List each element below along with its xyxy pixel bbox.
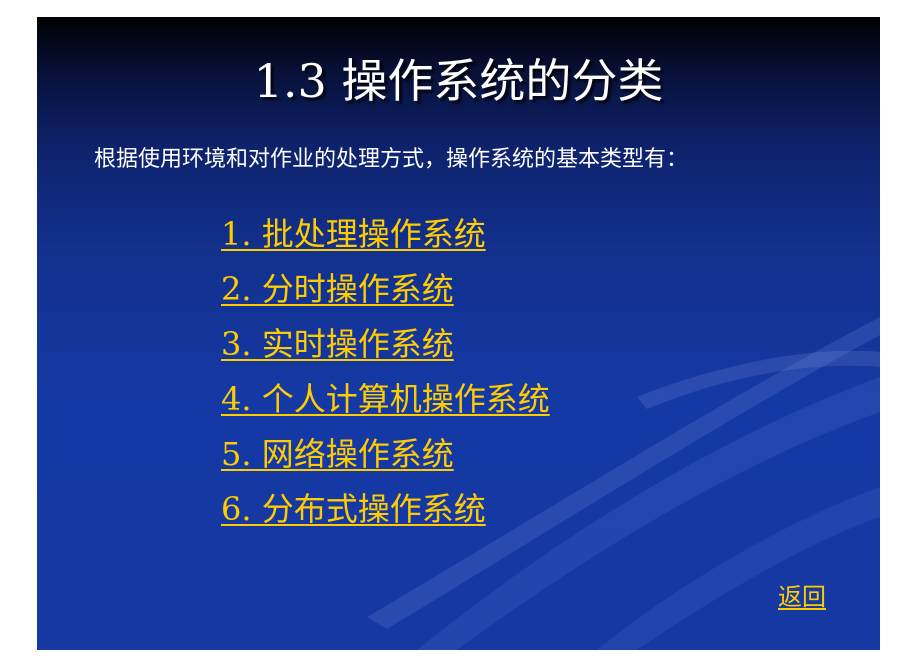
slide: 1.3 操作系统的分类 根据使用环境和对作业的处理方式，操作系统的基本类型有： … xyxy=(37,17,880,650)
page-title: 1.3 操作系统的分类 xyxy=(253,54,664,108)
link-personal-computer-os[interactable]: 4. 个人计算机操作系统 xyxy=(221,380,550,418)
list-item: 5. 网络操作系统 xyxy=(221,427,550,482)
os-category-menu: 1. 批处理操作系统 2. 分时操作系统 3. 实时操作系统 4. 个人计算机操… xyxy=(221,207,550,537)
link-time-sharing-os[interactable]: 2. 分时操作系统 xyxy=(221,270,454,308)
page-frame: 1.3 操作系统的分类 根据使用环境和对作业的处理方式，操作系统的基本类型有： … xyxy=(0,0,903,668)
link-distributed-os[interactable]: 6. 分布式操作系统 xyxy=(221,490,486,528)
list-item: 3. 实时操作系统 xyxy=(221,317,550,372)
link-real-time-os[interactable]: 3. 实时操作系统 xyxy=(221,325,454,363)
list-item: 6. 分布式操作系统 xyxy=(221,482,550,537)
link-network-os[interactable]: 5. 网络操作系统 xyxy=(221,435,454,473)
intro-text: 根据使用环境和对作业的处理方式，操作系统的基本类型有： xyxy=(94,147,689,172)
link-batch-os[interactable]: 1. 批处理操作系统 xyxy=(221,215,486,253)
list-item: 1. 批处理操作系统 xyxy=(221,207,550,262)
list-item: 4. 个人计算机操作系统 xyxy=(221,372,550,427)
list-item: 2. 分时操作系统 xyxy=(221,262,550,317)
back-link[interactable]: 返回 xyxy=(778,577,826,612)
